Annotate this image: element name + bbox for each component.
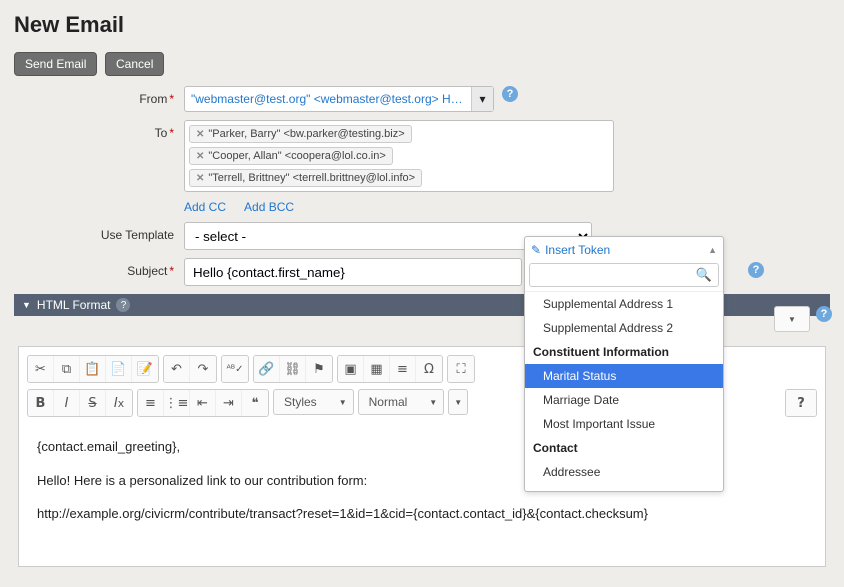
chevron-down-icon: ▼ <box>22 300 31 310</box>
remove-icon[interactable]: ✕ <box>196 129 204 140</box>
strike-icon[interactable]: S <box>80 390 106 416</box>
spellcheck-icon[interactable]: ᴬᴮ✓ <box>222 356 248 382</box>
recipient-chip[interactable]: ✕"Terrell, Brittney" <terrell.brittney@l… <box>189 169 422 187</box>
remove-icon[interactable]: ✕ <box>196 173 204 184</box>
token-group-header: Constituent Information <box>525 340 723 364</box>
editor-line: http://example.org/civicrm/contribute/tr… <box>37 504 807 524</box>
special-char-icon[interactable]: Ω <box>416 356 442 382</box>
from-select[interactable]: "webmaster@test.org" <webmaster@test.org… <box>184 86 494 112</box>
maximize-icon[interactable]: ⛶ <box>448 356 474 382</box>
token-search[interactable]: 🔍 <box>529 263 719 287</box>
blockquote-icon[interactable]: ❝ <box>242 390 268 416</box>
token-item[interactable]: Most Important Issue <box>525 412 723 436</box>
ol-icon[interactable]: ≡ <box>138 390 164 416</box>
add-bcc-link[interactable]: Add BCC <box>244 200 294 214</box>
token-item[interactable]: Marital Status <box>525 364 723 388</box>
cut-icon[interactable]: ✂ <box>28 356 54 382</box>
indent-icon[interactable]: ⇥ <box>216 390 242 416</box>
from-value: "webmaster@test.org" <webmaster@test.org… <box>191 92 465 106</box>
to-label: To* <box>14 120 184 140</box>
outdent-icon[interactable]: ⇤ <box>190 390 216 416</box>
template-label: Use Template <box>14 222 184 242</box>
token-list[interactable]: Supplemental Address 1 Supplemental Addr… <box>525 291 723 491</box>
copy-icon[interactable]: ⧉ <box>54 356 80 382</box>
unlink-icon[interactable]: ⛓ <box>280 356 306 382</box>
section-title: HTML Format <box>37 298 111 312</box>
pencil-icon: ✎ <box>531 243 541 257</box>
editor-mode-select[interactable]: ▼ <box>774 306 810 332</box>
link-icon[interactable]: 🔗 <box>254 356 280 382</box>
ul-icon[interactable]: ⋮≡ <box>164 390 190 416</box>
help-icon[interactable]: ? <box>116 298 130 312</box>
chevron-down-icon: ▾ <box>471 87 493 111</box>
recipient-chip[interactable]: ✕"Cooper, Allan" <coopera@lol.co.in> <box>189 147 393 165</box>
add-cc-link[interactable]: Add CC <box>184 200 226 214</box>
insert-token-panel: ✎Insert Token ▲ 🔍 Supplemental Address 1… <box>524 236 724 492</box>
paste-word-icon[interactable]: 📝 <box>132 356 158 382</box>
token-item[interactable]: Birth Date <box>525 484 723 491</box>
send-email-button[interactable]: Send Email <box>14 52 97 76</box>
italic-icon[interactable]: I <box>54 390 80 416</box>
token-search-input[interactable] <box>536 267 696 283</box>
token-item[interactable]: Addressee <box>525 460 723 484</box>
chevron-up-icon[interactable]: ▲ <box>708 245 717 255</box>
token-item[interactable]: Supplemental Address 2 <box>525 316 723 340</box>
undo-icon[interactable]: ↶ <box>164 356 190 382</box>
anchor-icon[interactable]: ⚑ <box>306 356 332 382</box>
to-field[interactable]: ✕"Parker, Barry" <bw.parker@testing.biz>… <box>184 120 614 192</box>
about-icon[interactable]: ? <box>786 390 816 416</box>
remove-format-icon[interactable]: Ix <box>106 390 132 416</box>
help-icon[interactable]: ? <box>748 262 764 278</box>
search-icon: 🔍 <box>696 267 712 283</box>
help-icon[interactable]: ? <box>816 306 832 322</box>
styles-select[interactable]: Styles▼ <box>273 389 354 415</box>
bold-icon[interactable]: B <box>28 390 54 416</box>
table-icon[interactable]: ▦ <box>364 356 390 382</box>
hr-icon[interactable]: ≡ <box>390 356 416 382</box>
token-item[interactable]: Supplemental Address 1 <box>525 292 723 316</box>
page-title: New Email <box>14 12 830 38</box>
paste-icon[interactable]: 📋 <box>80 356 106 382</box>
insert-token-button[interactable]: ✎Insert Token <box>531 243 610 257</box>
subject-label: Subject* <box>14 258 184 278</box>
format-select[interactable]: Normal▼ <box>358 389 445 415</box>
paste-text-icon[interactable]: 📄 <box>106 356 132 382</box>
recipient-chip[interactable]: ✕"Parker, Barry" <bw.parker@testing.biz> <box>189 125 412 143</box>
remove-icon[interactable]: ✕ <box>196 151 204 162</box>
token-group-header: Contact <box>525 436 723 460</box>
from-label: From* <box>14 86 184 106</box>
help-icon[interactable]: ? <box>502 86 518 102</box>
token-item[interactable]: Marriage Date <box>525 388 723 412</box>
redo-icon[interactable]: ↷ <box>190 356 216 382</box>
cancel-button[interactable]: Cancel <box>105 52 164 76</box>
font-select[interactable]: ▼ <box>448 389 468 415</box>
image-icon[interactable]: ▣ <box>338 356 364 382</box>
subject-input[interactable] <box>184 258 522 286</box>
